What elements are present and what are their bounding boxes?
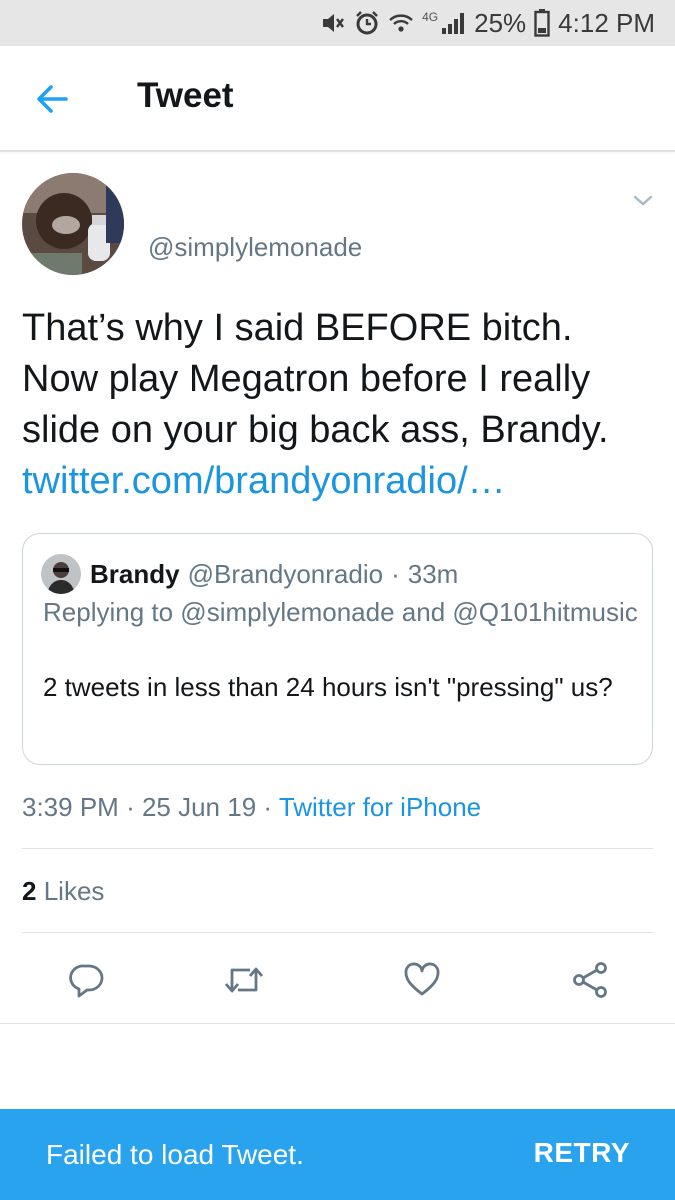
quoted-age: 33m <box>407 558 459 589</box>
tweet-text: That’s why I said BEFORE bitch. Now play… <box>22 303 662 507</box>
tweet-date: 25 Jun 19 <box>141 792 257 822</box>
back-button[interactable] <box>28 76 76 122</box>
divider <box>0 1023 675 1024</box>
snackbar-message: Failed to load Tweet. <box>46 1139 304 1170</box>
divider <box>22 848 653 849</box>
tweet-link[interactable]: twitter.com/brandyonradio/… <box>22 456 662 507</box>
quoted-separator: · <box>391 558 400 589</box>
quoted-tweet-header: Brandy @Brandyonradio · 33m <box>41 554 458 594</box>
clock: 4:12 PM <box>558 7 655 38</box>
share-icon <box>573 962 607 998</box>
app-bar: Tweet <box>0 46 675 152</box>
tweet-timestamp: 3:39 PM · 25 Jun 19 · Twitter for iPhone <box>22 792 482 822</box>
page-title: Tweet <box>137 76 234 115</box>
tweet-time: 3:39 PM <box>22 792 119 822</box>
quoted-name: Brandy <box>90 558 180 589</box>
divider <box>22 932 653 933</box>
tweet-text-line: slide on your big back ass, Brandy. <box>22 409 609 451</box>
like-icon <box>404 962 440 996</box>
mute-icon <box>323 14 345 32</box>
alarm-icon <box>356 11 378 35</box>
status-bar: 4G 25% 4:12 PM <box>0 0 675 46</box>
avatar[interactable] <box>22 173 124 275</box>
quoted-avatar <box>41 554 81 594</box>
like-button[interactable] <box>400 958 444 1002</box>
retweet-button[interactable] <box>222 958 266 1002</box>
share-button[interactable] <box>568 958 612 1002</box>
quoted-tweet-card[interactable]: Brandy @Brandyonradio · 33m Replying to … <box>22 533 653 765</box>
likes-label: Likes <box>43 876 105 906</box>
wifi-icon <box>389 14 413 32</box>
more-options-button[interactable] <box>628 186 658 216</box>
arrow-left-icon <box>37 85 68 113</box>
likes-count[interactable]: 2 Likes <box>22 876 104 907</box>
reply-button[interactable] <box>63 958 107 1002</box>
tweet-actions <box>0 950 675 1010</box>
error-snackbar: Failed to load Tweet. RETRY <box>0 1109 675 1200</box>
tweet-handle[interactable]: @simplylemonade <box>148 232 362 263</box>
quoted-reply-context: Replying to @simplylemonade and @Q101hit… <box>43 597 638 627</box>
network-type: 4G <box>422 10 439 24</box>
tweet-text-line: Now play Megatron before I really <box>22 358 591 400</box>
avatar-image <box>22 173 124 275</box>
battery-icon <box>534 9 550 37</box>
battery-percent: 25% <box>474 7 527 38</box>
quoted-text: 2 tweets in less than 24 hours isn't "pr… <box>43 672 613 702</box>
retweet-icon <box>224 967 264 993</box>
tweet-text-line: That’s why I said BEFORE bitch. <box>22 307 573 349</box>
tweet-source-link[interactable]: Twitter for iPhone <box>279 792 481 822</box>
quoted-handle: @Brandyonradio <box>187 558 384 589</box>
status-icons: 4G 25% 4:12 PM <box>320 6 655 40</box>
signal-icon <box>442 13 465 34</box>
likes-number: 2 <box>22 876 37 906</box>
reply-icon <box>69 964 104 998</box>
chevron-down-icon <box>633 195 653 206</box>
retry-button[interactable]: RETRY <box>534 1137 630 1169</box>
